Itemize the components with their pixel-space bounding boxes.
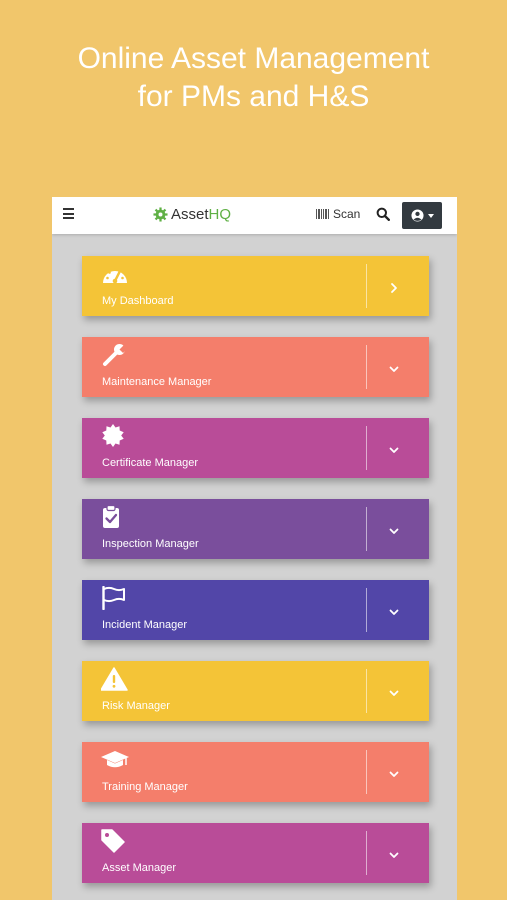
user-circle-icon — [410, 209, 424, 222]
logo-text-asset: Asset — [171, 205, 209, 223]
caret-down-icon — [427, 213, 434, 218]
chevron-down-icon[interactable] — [386, 604, 402, 620]
menu-card-my-dashboard[interactable]: My Dashboard — [82, 256, 429, 316]
card-divider — [366, 264, 367, 308]
app-screen: AssetHQ Scan My Dashboard Maintenance Ma… — [52, 197, 457, 900]
card-divider — [366, 426, 367, 470]
menu-card-inspection-manager[interactable]: Inspection Manager — [82, 499, 429, 559]
card-divider — [366, 750, 367, 794]
logo-text-hq: HQ — [208, 205, 232, 223]
menu-card-certificate-manager[interactable]: Certificate Manager — [82, 418, 429, 478]
chevron-down-icon[interactable] — [386, 685, 402, 701]
menu-card-label: Incident Manager — [102, 619, 187, 631]
search-button[interactable] — [376, 207, 391, 226]
scan-label: Scan — [333, 207, 361, 221]
chevron-down-icon[interactable] — [386, 847, 402, 863]
wrench-icon — [103, 344, 128, 366]
promo-headline-line-1: Online Asset Management — [77, 42, 430, 75]
menu-card-label: Training Manager — [102, 781, 188, 793]
menu-card-incident-manager[interactable]: Incident Manager — [82, 580, 429, 640]
logo-gear-icon — [153, 206, 168, 222]
warning-triangle-icon — [101, 667, 128, 691]
certificate-seal-icon — [102, 424, 124, 447]
card-divider — [366, 831, 367, 875]
promo-headline-line-2: for PMs and H&S — [137, 80, 370, 113]
menu-card-asset-manager[interactable]: Asset Manager — [82, 823, 429, 883]
menu-card-risk-manager[interactable]: Risk Manager — [82, 661, 429, 721]
menu-card-label: Risk Manager — [102, 700, 170, 712]
app-logo[interactable]: AssetHQ — [153, 202, 231, 226]
promo-headline: Online Asset Management for PMs and H&S — [0, 40, 507, 116]
clipboard-check-icon — [103, 505, 119, 528]
menu-card-label: Certificate Manager — [102, 457, 198, 469]
hamburger-menu-icon[interactable] — [63, 208, 74, 219]
menu-card-label: Maintenance Manager — [102, 376, 212, 388]
chevron-down-icon[interactable] — [386, 523, 402, 539]
barcode-icon — [316, 209, 329, 219]
menu-card-label: Asset Manager — [102, 862, 176, 874]
card-divider — [366, 345, 367, 389]
menu-card-label: Inspection Manager — [102, 538, 199, 550]
chevron-down-icon[interactable] — [386, 361, 402, 377]
card-divider — [366, 669, 367, 713]
tag-icon — [101, 829, 125, 853]
chevron-down-icon[interactable] — [386, 766, 402, 782]
card-divider — [366, 588, 367, 632]
chevron-down-icon[interactable] — [386, 442, 402, 458]
dashboard-gauge-icon — [103, 268, 127, 284]
flag-icon — [102, 586, 125, 610]
user-account-dropdown[interactable] — [402, 202, 442, 229]
graduation-cap-icon — [101, 751, 129, 768]
logo-text: AssetHQ — [171, 206, 231, 223]
card-divider — [366, 507, 367, 551]
scan-button[interactable]: Scan — [316, 207, 360, 221]
menu-card-maintenance-manager[interactable]: Maintenance Manager — [82, 337, 429, 397]
app-topbar: AssetHQ Scan — [52, 197, 457, 234]
search-icon — [376, 207, 391, 222]
menu-card-label: My Dashboard — [102, 295, 174, 307]
chevron-right-icon[interactable] — [386, 280, 402, 296]
menu-card-training-manager[interactable]: Training Manager — [82, 742, 429, 802]
